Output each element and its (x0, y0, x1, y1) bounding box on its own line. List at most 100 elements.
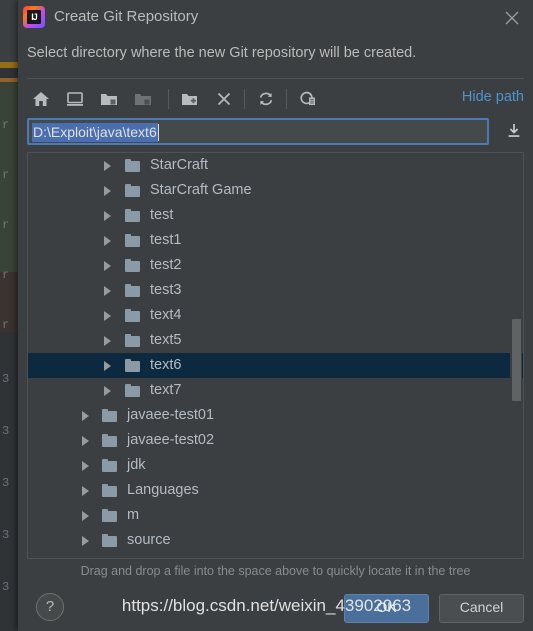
tree-row-label: test (150, 207, 174, 223)
expand-arrow-icon[interactable] (104, 236, 111, 246)
bg-ghost-text: r (2, 118, 10, 132)
tree-row[interactable]: test1 (28, 228, 523, 253)
path-input[interactable]: D:\Exploit\java\text6 (27, 118, 489, 145)
folder-icon (125, 334, 140, 347)
create-git-repository-dialog: IJ Create Git Repository Select director… (18, 0, 533, 631)
tree-row[interactable]: test2 (28, 253, 523, 278)
expand-arrow-icon[interactable] (82, 436, 89, 446)
text-caret (158, 124, 159, 141)
expand-arrow-icon[interactable] (104, 211, 111, 221)
show-hidden-files-icon[interactable] (294, 83, 324, 115)
tree-row-label: test3 (150, 282, 182, 298)
folder-icon (102, 484, 117, 497)
download-icon[interactable] (504, 121, 526, 143)
expand-arrow-icon[interactable] (104, 186, 111, 196)
folder-icon (125, 159, 140, 172)
refresh-icon[interactable] (252, 83, 282, 115)
tree-row[interactable]: jdk (28, 453, 523, 478)
tree-row[interactable]: text7 (28, 378, 523, 403)
tree-row[interactable]: m (28, 503, 523, 528)
expand-arrow-icon[interactable] (82, 461, 89, 471)
path-row: D:\Exploit\java\text6 (18, 118, 533, 148)
expand-arrow-icon[interactable] (104, 311, 111, 321)
folder-icon (102, 409, 117, 422)
bg-ghost-text: r (2, 318, 10, 332)
folder-icon (125, 284, 140, 297)
folder-icon (102, 434, 117, 447)
intellij-logo-icon: IJ (23, 6, 45, 28)
tree-row-label: javaee-test01 (127, 407, 215, 423)
expand-arrow-icon[interactable] (104, 361, 111, 371)
tree-row-label: StarCraft Game (150, 182, 252, 198)
tree-row[interactable]: text4 (28, 303, 523, 328)
desktop-icon[interactable] (61, 83, 91, 115)
close-icon[interactable] (499, 6, 525, 30)
tree-row-label: test1 (150, 232, 182, 248)
expand-arrow-icon[interactable] (104, 336, 111, 346)
expand-arrow-icon[interactable] (82, 486, 89, 496)
bg-ghost-text: 3 (2, 372, 10, 386)
folder-icon (125, 384, 140, 397)
tree-row-label: text4 (150, 307, 182, 323)
tree-row[interactable]: StarCraft (28, 153, 523, 178)
tree-row-label: jdk (127, 457, 146, 473)
expand-arrow-icon[interactable] (82, 411, 89, 421)
expand-arrow-icon[interactable] (104, 286, 111, 296)
project-folder-icon[interactable] (95, 83, 125, 115)
folder-icon (125, 184, 140, 197)
tree-row[interactable]: text6 (28, 353, 523, 378)
expand-arrow-icon[interactable] (82, 511, 89, 521)
toolbar-divider (168, 89, 169, 109)
tree-row-label: test2 (150, 257, 182, 273)
folder-icon (125, 359, 140, 372)
tree-scrollbar[interactable] (510, 154, 522, 558)
tree-row[interactable]: text5 (28, 328, 523, 353)
bg-ghost-text: 3 (2, 424, 10, 438)
toolbar-divider (244, 89, 245, 109)
tree-row[interactable]: javaee-test01 (28, 403, 523, 428)
tree-row[interactable]: test (28, 203, 523, 228)
directory-tree[interactable]: StarCraft StarCraft Game test test1 test2 tes… (27, 152, 524, 559)
folder-icon (102, 509, 117, 522)
ok-button[interactable]: OK (344, 594, 429, 623)
tree-row[interactable]: StarCraft Game (28, 178, 523, 203)
path-input-value: D:\Exploit\java\text6 (32, 123, 158, 142)
cancel-button[interactable]: Cancel (439, 594, 524, 623)
help-button[interactable]: ? (36, 593, 64, 621)
toolbar-separator (27, 78, 524, 79)
new-folder-icon[interactable] (176, 83, 206, 115)
folder-icon (102, 459, 117, 472)
tree-row-label: Languages (127, 482, 199, 498)
tree-row[interactable]: test3 (28, 278, 523, 303)
folder-icon (125, 309, 140, 322)
scrollbar-thumb[interactable] (512, 319, 521, 401)
tree-row[interactable]: Languages (28, 478, 523, 503)
file-chooser-toolbar: Hide path (18, 83, 533, 117)
expand-arrow-icon[interactable] (104, 261, 111, 271)
expand-arrow-icon[interactable] (104, 386, 111, 396)
bg-ghost-text: 3 (2, 580, 10, 594)
tree-row-label: source (127, 532, 171, 548)
dialog-subtitle: Select directory where the new Git repos… (27, 45, 417, 61)
tree-row[interactable]: source (28, 528, 523, 553)
delete-icon[interactable] (210, 83, 240, 115)
logo-inner-label: IJ (27, 10, 41, 24)
expand-arrow-icon[interactable] (82, 536, 89, 546)
bg-ghost-text: 3 (2, 528, 10, 542)
home-icon[interactable] (27, 83, 57, 115)
bg-ghost-text: 3 (2, 476, 10, 490)
hide-path-link[interactable]: Hide path (462, 89, 524, 105)
folder-icon (102, 534, 117, 547)
bg-ghost-text: r (2, 268, 10, 282)
folder-icon (125, 209, 140, 222)
tree-row-label: m (127, 507, 140, 523)
drag-drop-hint: Drag and drop a file into the space abov… (80, 564, 471, 578)
tree-row[interactable]: javaee-test02 (28, 428, 523, 453)
tree-row-label: text5 (150, 332, 182, 348)
folder-icon (125, 234, 140, 247)
expand-arrow-icon[interactable] (104, 161, 111, 171)
tree-rows: StarCraft StarCraft Game test test1 test2 tes… (28, 153, 523, 553)
toolbar-divider (286, 89, 287, 109)
dialog-title: Create Git Repository (54, 8, 199, 25)
tree-row-label: StarCraft (150, 157, 209, 173)
